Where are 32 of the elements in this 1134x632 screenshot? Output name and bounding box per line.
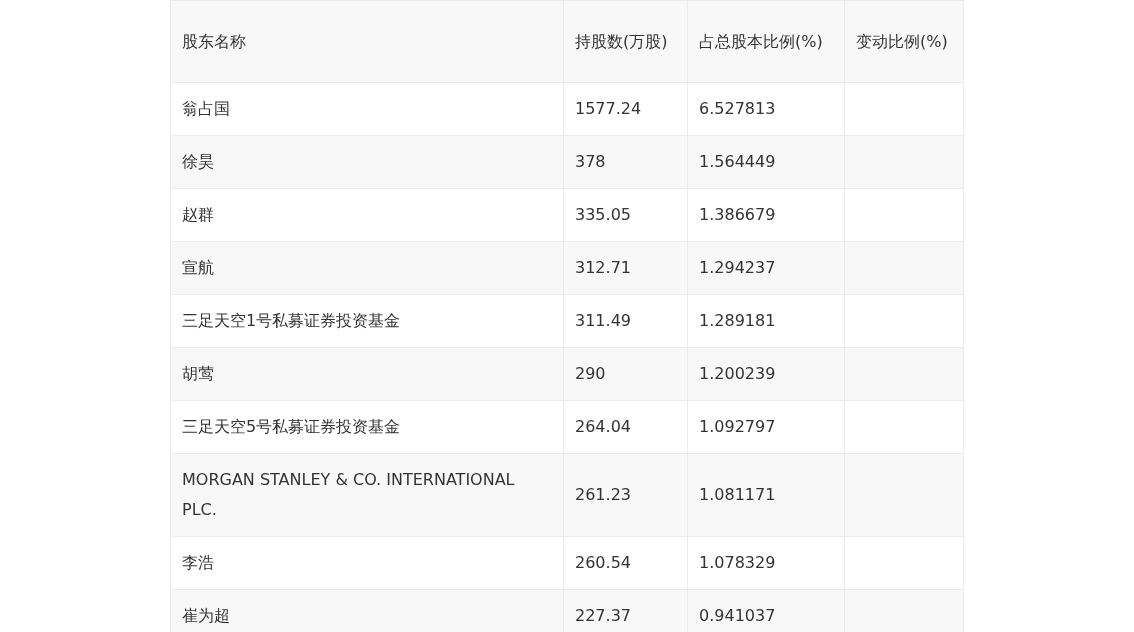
column-header: 占总股本比例(%): [687, 0, 845, 83]
table-cell: 290: [563, 347, 688, 401]
table-cell: 三足天空1号私募证券投资基金: [170, 294, 564, 348]
table-cell: 翁占国: [170, 82, 564, 136]
table-cell: 335.05: [563, 188, 688, 242]
table-cell: 徐昊: [170, 135, 564, 189]
table-cell: 1.081171: [687, 453, 845, 537]
table-cell: 6.527813: [687, 82, 845, 136]
table-cell: 261.23: [563, 453, 688, 537]
table-cell: 赵群: [170, 188, 564, 242]
table-cell: 312.71: [563, 241, 688, 295]
table-cell: 崔为超: [170, 589, 564, 632]
table-cell: 1.200239: [687, 347, 845, 401]
table-cell: 378: [563, 135, 688, 189]
table-cell: 三足天空5号私募证券投资基金: [170, 400, 564, 454]
column-header: 持股数(万股): [563, 0, 688, 83]
table-cell: 1.386679: [687, 188, 845, 242]
table-cell: 1.564449: [687, 135, 845, 189]
table-cell: 1.294237: [687, 241, 845, 295]
table-cell: 260.54: [563, 536, 688, 590]
table-cell: 1577.24: [563, 82, 688, 136]
table-cell: 1.092797: [687, 400, 845, 454]
table-cell: 李浩: [170, 536, 564, 590]
table-cell: 1.289181: [687, 294, 845, 348]
table-cell: MORGAN STANLEY & CO. INTERNATIONAL PLC.: [170, 453, 564, 537]
table-cell: 311.49: [563, 294, 688, 348]
column-header: 变动比例(%): [844, 0, 964, 83]
table-cell: 264.04: [563, 400, 688, 454]
column-header: 股东名称: [170, 0, 564, 83]
table-cell: 1.078329: [687, 536, 845, 590]
table-cell: 宣航: [170, 241, 564, 295]
table-cell: 胡莺: [170, 347, 564, 401]
